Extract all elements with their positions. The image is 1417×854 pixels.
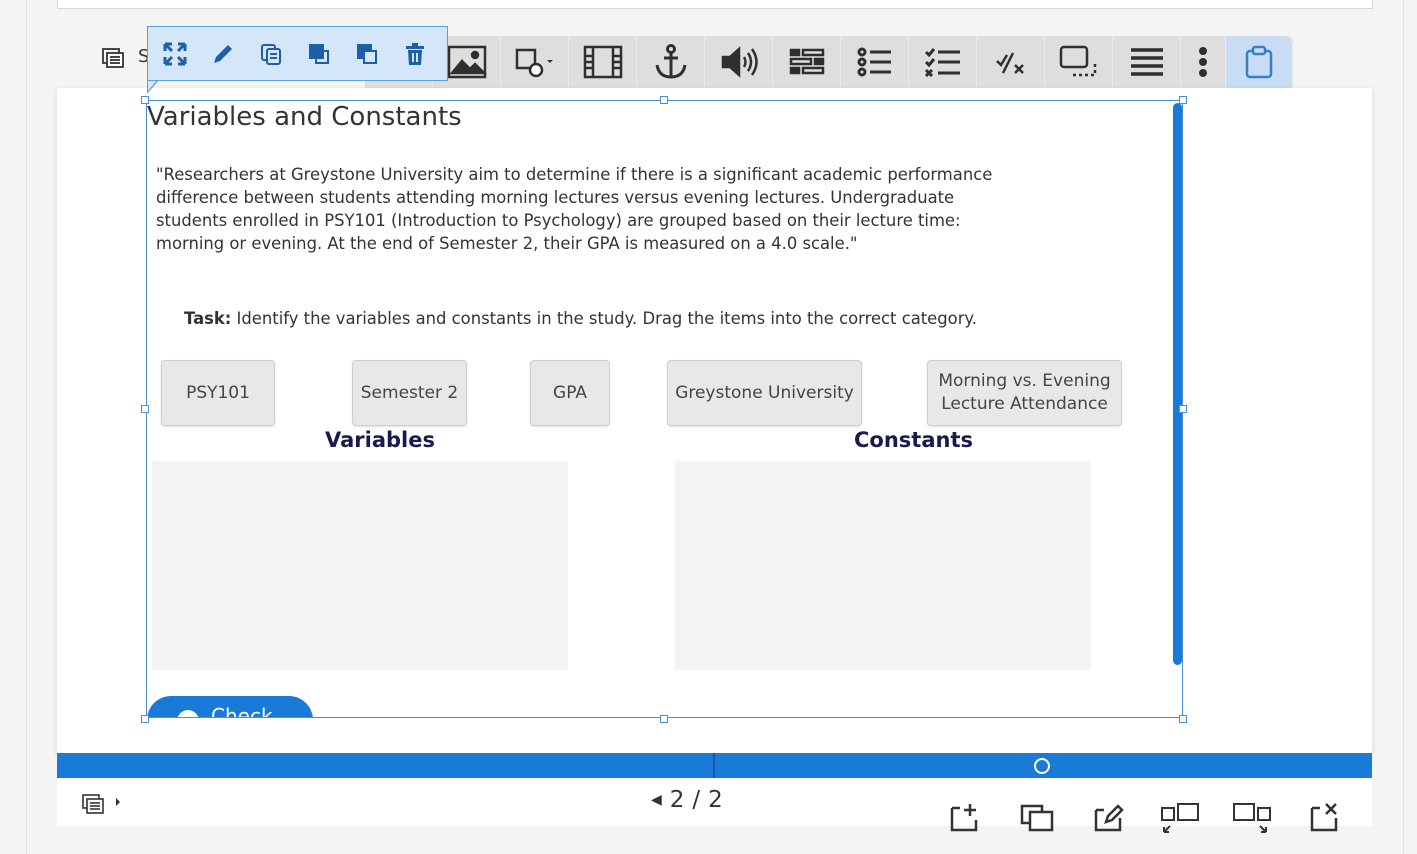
resize-handle-nw[interactable] [141,96,149,104]
resize-handle-w[interactable] [141,405,149,413]
previous-page-icon[interactable]: ◀ [651,792,662,808]
move-slide-right-icon [1233,803,1271,833]
anchor-icon [655,44,686,79]
total-pages: 2 [708,787,723,813]
selection-frame[interactable] [146,100,1183,718]
video-icon [583,45,622,79]
duplicate-button[interactable] [256,39,285,68]
form-icon [789,48,824,75]
slide-list-button[interactable] [82,792,122,820]
resize-handle-e[interactable] [1179,405,1187,413]
move-slide-left-button[interactable] [1160,800,1199,834]
audio-icon [721,46,758,78]
delete-icon [405,42,424,65]
checklist-icon [924,48,960,77]
edit-icon [213,44,232,63]
scrollbar-thumb[interactable] [1173,103,1182,665]
bring-front-button[interactable] [304,39,333,68]
delete-slide-icon [1310,803,1338,832]
anchor-button[interactable] [637,36,705,88]
edit-slide-icon [1094,804,1124,832]
current-page: 2 [669,787,685,813]
timeline-divider [713,753,715,778]
checklist-button[interactable] [909,36,977,88]
bullet-list-button[interactable] [841,36,909,88]
page-separator: / [692,787,701,813]
fullscreen-button[interactable] [160,39,189,68]
edit-button[interactable] [208,39,237,68]
shape-icon [515,48,553,78]
duplicate-icon [260,43,281,65]
slides-panel-icon[interactable] [100,46,126,72]
add-slide-button[interactable] [948,800,982,834]
timeline-knob[interactable] [1034,758,1050,774]
bring-front-icon [308,43,329,64]
image-icon [447,45,487,79]
element-mini-toolbar [147,26,448,81]
duplicate-slide-button[interactable] [1020,800,1054,834]
page-counter: ◀ 2 / 2 [651,787,723,813]
insert-toolbar [365,36,1293,88]
resize-handle-se[interactable] [1179,715,1187,723]
move-slide-right-button[interactable] [1232,800,1271,834]
expand-icon [163,42,186,65]
delete-slide-button[interactable] [1308,800,1342,834]
edit-slide-button[interactable] [1092,800,1126,834]
text-list-icon [1130,48,1163,76]
send-back-icon [356,43,377,64]
delete-button[interactable] [400,39,429,68]
send-back-button[interactable] [352,39,381,68]
tooltip-icon [1059,45,1096,77]
move-slide-left-icon [1161,803,1199,833]
clipboard-button[interactable] [1226,36,1293,88]
resize-handle-n[interactable] [660,96,668,104]
resize-handle-s[interactable] [660,715,668,723]
add-slide-icon [950,804,978,832]
resize-handle-ne[interactable] [1179,96,1187,104]
video-button[interactable] [569,36,637,88]
more-icon [1199,47,1207,77]
tooltip-button[interactable] [1045,36,1113,88]
slide-list-icon [82,794,120,814]
shape-button[interactable] [501,36,569,88]
resize-handle-sw[interactable] [141,715,149,723]
text-list-button[interactable] [1113,36,1181,88]
form-button[interactable] [773,36,841,88]
bullet-list-icon [857,47,891,77]
top-panel-edge [57,0,1373,9]
more-button[interactable] [1181,36,1226,88]
clipboard-icon [1245,45,1273,79]
math-button[interactable] [977,36,1045,88]
audio-button[interactable] [705,36,773,88]
math-icon [995,52,1024,74]
duplicate-slide-icon [1020,804,1054,832]
